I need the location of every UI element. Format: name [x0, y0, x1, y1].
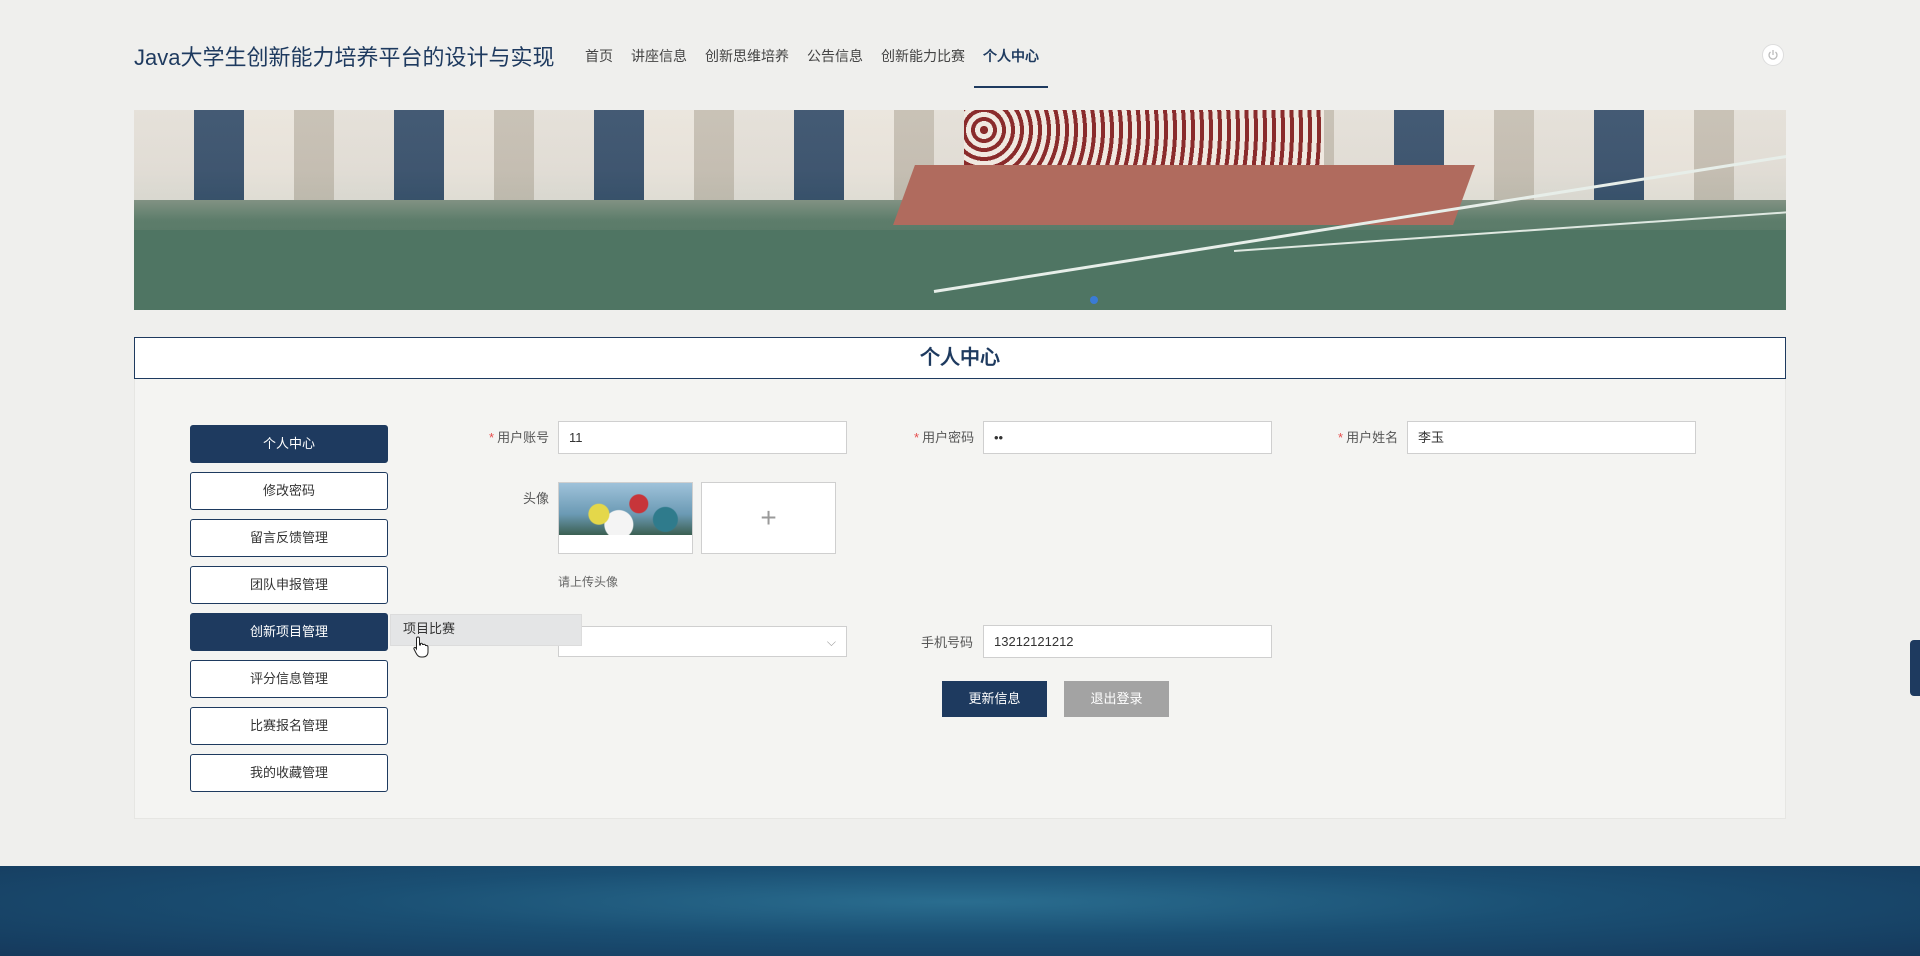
avatar-preview[interactable]	[558, 482, 693, 554]
nav-announcements[interactable]: 公告信息	[798, 0, 872, 88]
sidebar-item-personal-center[interactable]: 个人中心	[190, 425, 388, 463]
update-info-button[interactable]: 更新信息	[942, 681, 1047, 717]
sidebar-item-favorites[interactable]: 我的收藏管理	[190, 754, 388, 792]
avatar-image	[559, 483, 692, 535]
plus-icon: +	[760, 502, 777, 533]
nav-lectures[interactable]: 讲座信息	[622, 0, 696, 88]
gender-select[interactable]: ⌵	[558, 626, 847, 657]
nav-home[interactable]: 首页	[576, 0, 622, 88]
account-label: * 用户账号	[489, 430, 550, 445]
avatar-upload-button[interactable]: +	[701, 482, 836, 554]
site-title: Java大学生创新能力培养平台的设计与实现	[134, 45, 555, 70]
banner-carousel	[134, 110, 1786, 310]
sidebar-item-team-application[interactable]: 团队申报管理	[190, 566, 388, 604]
personal-center-panel: 个人中心 修改密码 留言反馈管理 团队申报管理 创新项目管理 评分信息管理 比赛…	[134, 379, 1786, 819]
hand-cursor-icon	[413, 636, 429, 658]
phone-field[interactable]: 13212121212	[983, 625, 1272, 658]
chevron-down-icon: ⌵	[826, 635, 836, 649]
account-field[interactable]: 11	[558, 421, 847, 454]
power-icon	[1768, 50, 1778, 60]
password-field[interactable]: ••	[983, 421, 1272, 454]
name-label: * 用户姓名	[1338, 430, 1399, 445]
required-mark: *	[489, 430, 495, 445]
sidebar-item-innovation-projects[interactable]: 创新项目管理	[190, 613, 388, 651]
sidebar-item-feedback[interactable]: 留言反馈管理	[190, 519, 388, 557]
carousel-indicator[interactable]	[1090, 296, 1098, 304]
top-nav: 首页 讲座信息 创新思维培养 公告信息 创新能力比赛 个人中心	[576, 0, 1048, 88]
required-mark: *	[1338, 430, 1344, 445]
sidebar-item-registrations[interactable]: 比赛报名管理	[190, 707, 388, 745]
required-mark: *	[914, 430, 920, 445]
page-title: 个人中心	[134, 337, 1786, 379]
sidebar-item-scores[interactable]: 评分信息管理	[190, 660, 388, 698]
nav-competitions[interactable]: 创新能力比赛	[872, 0, 974, 88]
phone-label: 手机号码	[921, 635, 974, 650]
logout-button[interactable]: 退出登录	[1064, 681, 1169, 717]
nav-innovation-thinking[interactable]: 创新思维培养	[696, 0, 798, 88]
avatar-label: 头像	[523, 491, 550, 506]
footer	[0, 866, 1920, 956]
avatar-hint: 请上传头像	[558, 575, 619, 589]
name-field[interactable]: 李玉	[1407, 421, 1696, 454]
password-label: * 用户密码	[914, 430, 975, 445]
side-scroll-handle[interactable]	[1910, 640, 1920, 696]
sidebar-item-change-password[interactable]: 修改密码	[190, 472, 388, 510]
nav-personal-center[interactable]: 个人中心	[974, 0, 1048, 88]
power-button[interactable]	[1762, 44, 1784, 66]
header: Java大学生创新能力培养平台的设计与实现 首页 讲座信息 创新思维培养 公告信…	[0, 0, 1920, 110]
